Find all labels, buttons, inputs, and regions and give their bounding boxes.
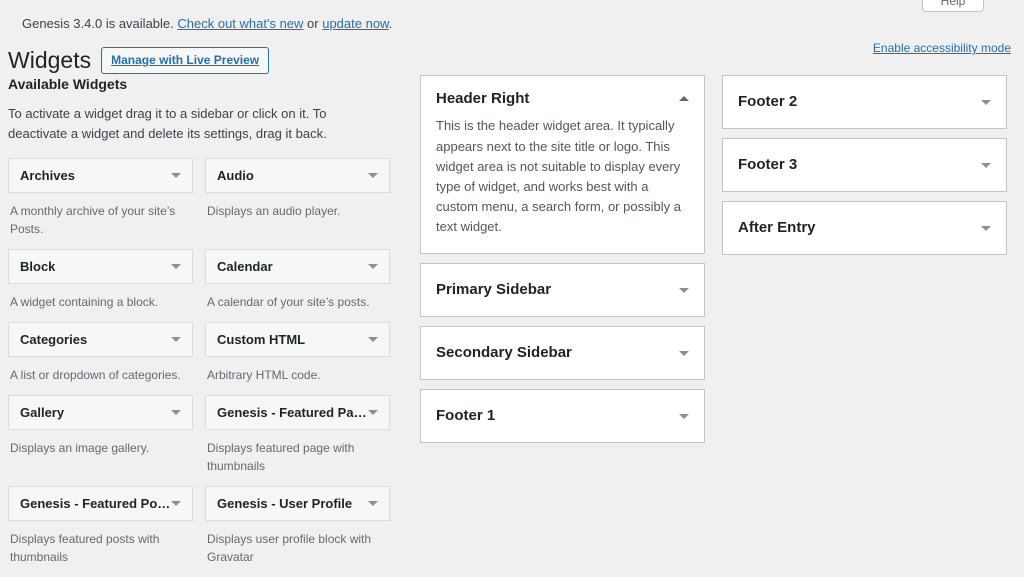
widget-area-panel: Footer 2 bbox=[722, 75, 1007, 130]
chevron-down-icon[interactable] bbox=[368, 261, 379, 272]
chevron-down-icon[interactable] bbox=[171, 498, 182, 509]
chevron-down-icon[interactable] bbox=[171, 407, 182, 418]
available-widget-item: Audio Displays an audio player. bbox=[205, 158, 390, 249]
available-widgets-heading: Available Widgets bbox=[8, 76, 128, 93]
chevron-down-icon[interactable] bbox=[368, 170, 379, 181]
widget-description: Arbitrary HTML code. bbox=[207, 368, 321, 383]
widget-description: A list or dropdown of categories. bbox=[10, 368, 181, 383]
widget-card[interactable]: Calendar bbox=[205, 249, 390, 285]
help-tab[interactable]: Help bbox=[922, 0, 984, 12]
enable-accessibility-mode-link[interactable]: Enable accessibility mode bbox=[873, 41, 1011, 55]
widget-area-panel: Header Right This is the header widget ar… bbox=[420, 75, 705, 255]
widget-card[interactable]: Gallery bbox=[8, 395, 193, 431]
widget-name: Audio bbox=[217, 168, 254, 184]
widget-area-header[interactable]: Primary Sidebar bbox=[421, 264, 704, 316]
widget-card[interactable]: Genesis - User Profile bbox=[205, 486, 390, 522]
widget-description: A monthly archive of your site’s Posts. bbox=[10, 204, 176, 237]
widget-name: Genesis - User Profile bbox=[217, 496, 353, 512]
widget-card[interactable]: Block bbox=[8, 249, 193, 285]
widget-areas-columns: Header Right This is the header widget ar… bbox=[420, 75, 1016, 452]
chevron-down-icon[interactable] bbox=[171, 334, 182, 345]
available-widgets-grid: Archives A monthly archive of your site’s… bbox=[8, 158, 390, 577]
widget-area-title: Secondary Sidebar bbox=[436, 344, 572, 362]
available-widget-item: Calendar A calendar of your site’s posts. bbox=[205, 249, 390, 322]
chevron-down-icon[interactable] bbox=[981, 97, 992, 108]
widget-card[interactable]: Genesis - Featured Page bbox=[205, 395, 390, 431]
widget-area-title: Footer 3 bbox=[738, 156, 798, 174]
widget-area-title: Header Right bbox=[436, 90, 530, 108]
available-widgets-section: Available Widgets To activate a widget d… bbox=[8, 75, 390, 577]
chevron-down-icon[interactable] bbox=[171, 261, 182, 272]
widget-description: Displays an image gallery. bbox=[10, 441, 150, 456]
chevron-down-icon[interactable] bbox=[368, 498, 379, 509]
genesis-update-notice: Genesis 3.4.0 is available. Check out wh… bbox=[0, 0, 1024, 34]
chevron-down-icon[interactable] bbox=[171, 170, 182, 181]
widget-areas-column-left: Header Right This is the header widget ar… bbox=[420, 75, 705, 452]
widget-name: Gallery bbox=[20, 405, 65, 421]
widget-name: Genesis - Featured Posts bbox=[20, 496, 171, 512]
widget-area-title: Footer 2 bbox=[738, 93, 798, 111]
available-widget-item: Custom HTML Arbitrary HTML code. bbox=[205, 322, 390, 395]
widget-area-title: Primary Sidebar bbox=[436, 281, 552, 299]
widget-card[interactable]: Categories bbox=[8, 322, 193, 358]
widget-description: Displays user profile block with Gravata… bbox=[207, 532, 372, 565]
chevron-down-icon[interactable] bbox=[679, 285, 690, 296]
available-widgets-intro: To activate a widget drag it to a sideba… bbox=[8, 105, 327, 142]
update-now-link[interactable]: update now bbox=[322, 16, 389, 31]
available-widget-item: Gallery Displays an image gallery. bbox=[8, 395, 193, 486]
available-widget-item: Archives A monthly archive of your site’s… bbox=[8, 158, 193, 249]
widget-card[interactable]: Archives bbox=[8, 158, 193, 194]
widget-area-title: After Entry bbox=[738, 219, 816, 237]
widget-area-title: Footer 1 bbox=[436, 407, 496, 425]
widget-description: A widget containing a block. bbox=[10, 295, 159, 310]
widget-card[interactable]: Genesis - Featured Posts bbox=[8, 486, 193, 522]
widget-name: Block bbox=[20, 259, 56, 275]
widget-area-panel: Footer 3 bbox=[722, 138, 1007, 193]
chevron-down-icon[interactable] bbox=[679, 348, 690, 359]
widget-area-header[interactable]: Footer 3 bbox=[723, 139, 1006, 191]
chevron-up-icon[interactable] bbox=[679, 94, 690, 105]
chevron-down-icon[interactable] bbox=[368, 334, 379, 345]
widget-name: Calendar bbox=[217, 259, 273, 275]
manage-with-live-preview-button[interactable]: Manage with Live Preview bbox=[101, 46, 270, 74]
available-widget-item: Categories A list or dropdown of categori… bbox=[8, 322, 193, 395]
widget-description: A calendar of your site’s posts. bbox=[207, 295, 370, 310]
notice-text-after: . bbox=[388, 16, 393, 31]
widget-name: Custom HTML bbox=[217, 332, 306, 348]
widget-description: Displays featured page with thumbnails bbox=[207, 441, 355, 474]
widget-area-panel: After Entry bbox=[722, 201, 1007, 256]
page-title: Widgets bbox=[8, 46, 92, 73]
widget-areas-column-right: Footer 2 Footer 3 After Entry bbox=[722, 75, 1007, 452]
help-tab-label: Help bbox=[940, 0, 966, 8]
widget-description: Displays featured posts with thumbnails bbox=[10, 532, 160, 565]
widget-area-panel: Secondary Sidebar bbox=[420, 326, 705, 381]
widget-name: Genesis - Featured Page bbox=[217, 405, 368, 421]
widget-area-header[interactable]: Secondary Sidebar bbox=[421, 327, 704, 379]
available-widget-item: Genesis - User Profile Displays user prof… bbox=[205, 486, 390, 577]
chevron-down-icon[interactable] bbox=[981, 160, 992, 171]
available-widget-item: Genesis - Featured Page Displays featured… bbox=[205, 395, 390, 486]
widget-area-header[interactable]: Footer 1 bbox=[421, 390, 704, 442]
available-widget-item: Genesis - Featured Posts Displays feature… bbox=[8, 486, 193, 577]
widget-area-description: This is the header widget area. It typic… bbox=[436, 118, 681, 235]
chevron-down-icon[interactable] bbox=[981, 223, 992, 234]
widget-card[interactable]: Custom HTML bbox=[205, 322, 390, 358]
widget-area-header[interactable]: Footer 2 bbox=[723, 76, 1006, 128]
widget-area-panel: Primary Sidebar bbox=[420, 263, 705, 318]
widget-name: Categories bbox=[20, 332, 88, 348]
widget-description: Displays an audio player. bbox=[207, 204, 341, 219]
whats-new-link[interactable]: Check out what's new bbox=[177, 16, 303, 31]
available-widget-item: Block A widget containing a block. bbox=[8, 249, 193, 322]
widget-card[interactable]: Audio bbox=[205, 158, 390, 194]
chevron-down-icon[interactable] bbox=[368, 407, 379, 418]
notice-text-middle: or bbox=[303, 16, 323, 31]
chevron-down-icon[interactable] bbox=[679, 411, 690, 422]
widget-area-header[interactable]: After Entry bbox=[723, 202, 1006, 254]
widget-area-panel: Footer 1 bbox=[420, 389, 705, 444]
notice-text-before: Genesis 3.4.0 is available. bbox=[22, 16, 178, 31]
widget-name: Archives bbox=[20, 168, 75, 184]
page-header: Widgets Manage with Live Preview bbox=[0, 34, 1024, 76]
